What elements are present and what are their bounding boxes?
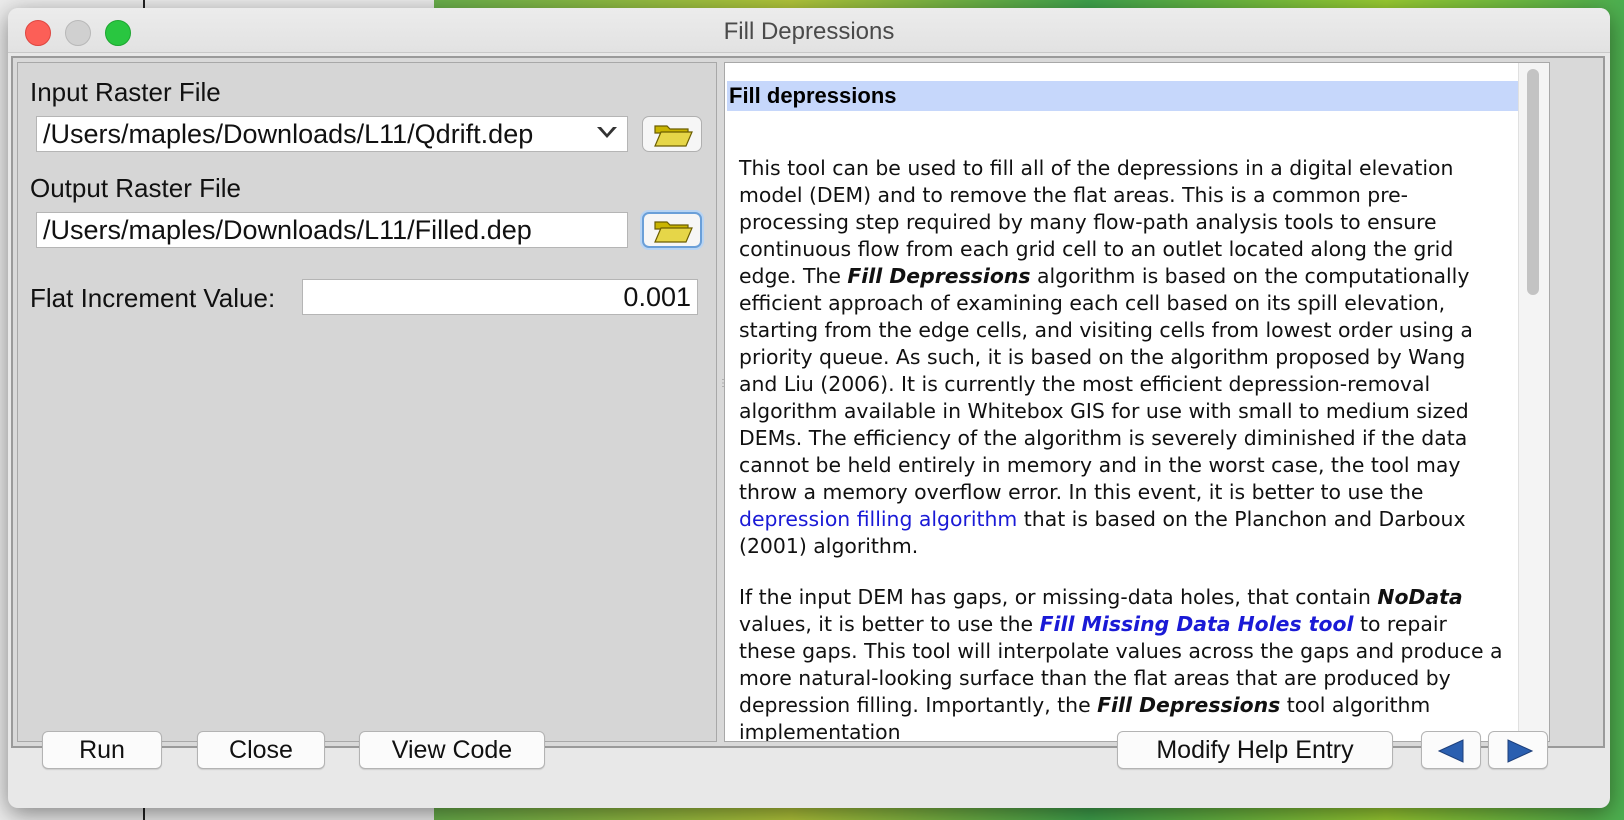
output-raster-label: Output Raster File	[30, 173, 241, 203]
back-button[interactable]	[1421, 731, 1481, 769]
run-button[interactable]: Run	[42, 731, 162, 769]
title-bar: Fill Depressions	[8, 8, 1610, 53]
arrow-left-icon	[1437, 739, 1464, 763]
help-heading: Fill depressions	[727, 81, 1519, 111]
input-raster-label: Input Raster File	[30, 77, 221, 107]
close-button[interactable]: Close	[197, 731, 325, 769]
input-raster-combo[interactable]: /Users/maples/Downloads/L11/Qdrift.dep	[36, 116, 628, 152]
forward-button[interactable]	[1488, 731, 1548, 769]
browse-input-button[interactable]	[642, 116, 702, 152]
fill-missing-data-holes-link[interactable]: Fill Missing Data Holes tool	[1040, 612, 1354, 636]
output-raster-value: /Users/maples/Downloads/L11/Filled.dep	[43, 215, 532, 245]
folder-open-icon	[654, 221, 693, 243]
input-raster-value: /Users/maples/Downloads/L11/Qdrift.dep	[43, 119, 534, 149]
chevron-down-icon[interactable]	[595, 121, 619, 151]
browse-output-button[interactable]	[642, 212, 702, 248]
fill-depressions-dialog: Fill Depressions Input Raster File /User…	[8, 8, 1610, 808]
depression-filling-link[interactable]: depression filling algorithm	[739, 507, 1017, 531]
help-scrollbar[interactable]	[1518, 63, 1549, 741]
help-paragraph-1: This tool can be used to fill all of the…	[739, 156, 1473, 558]
arrow-right-icon	[1507, 739, 1534, 763]
output-raster-field[interactable]: /Users/maples/Downloads/L11/Filled.dep	[36, 212, 628, 248]
window-title: Fill Depressions	[723, 18, 895, 45]
modify-help-entry-button[interactable]: Modify Help Entry	[1117, 731, 1393, 769]
parameters-panel: Input Raster File /Users/maples/Download…	[17, 62, 717, 742]
help-panel: Fill depressions This tool can be used t…	[724, 62, 1550, 742]
help-paragraph-2: If the input DEM has gaps, or missing-da…	[739, 585, 1503, 742]
desktop-marker	[143, 808, 145, 820]
view-code-button[interactable]: View Code	[359, 731, 545, 769]
desktop-marker	[143, 0, 145, 8]
folder-open-icon	[654, 125, 693, 147]
flat-increment-input[interactable]: 0.001	[302, 279, 698, 315]
scrollbar-thumb[interactable]	[1527, 69, 1539, 295]
flat-increment-label: Flat Increment Value:	[30, 283, 276, 313]
dialog-content: Input Raster File /Users/maples/Download…	[11, 56, 1605, 748]
